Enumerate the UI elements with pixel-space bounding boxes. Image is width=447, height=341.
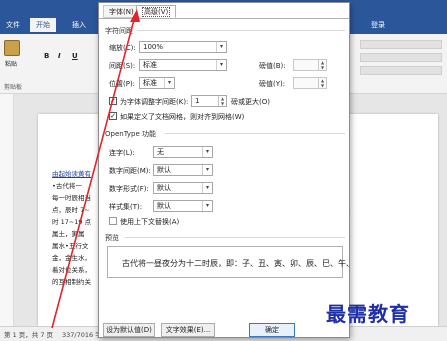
- chevron-down-icon: ▾: [216, 42, 226, 52]
- doc-line: 属水•五行文: [52, 242, 89, 250]
- watermark-logo: 最需教育: [326, 302, 410, 326]
- contextual-label: 使用上下文替换(A): [120, 218, 180, 226]
- underline-button[interactable]: U: [72, 52, 78, 60]
- doc-line: 着对位关系，: [52, 266, 91, 274]
- doc-line: 点，辰时 7~: [52, 206, 90, 214]
- doc-line: 属土，寅属: [52, 230, 85, 238]
- chevron-down-icon: ▾: [202, 201, 212, 211]
- doc-line: 的互相制约关: [52, 278, 91, 286]
- tab-home[interactable]: 开始: [30, 18, 56, 32]
- tab-advanced[interactable]: 高级(V): [136, 5, 177, 18]
- chevron-down-icon: ▾: [164, 78, 174, 88]
- doc-line: 每一时辰相当: [52, 194, 91, 202]
- login-link[interactable]: 登录: [371, 20, 385, 30]
- scale-select[interactable]: 100% ▾: [139, 41, 227, 53]
- section-divider: [125, 237, 345, 238]
- spacing-by-input[interactable]: ▲ ▼: [293, 59, 327, 71]
- section-divider: [137, 30, 345, 31]
- tab-font[interactable]: 字体(N): [103, 5, 140, 18]
- tab-file[interactable]: 文件: [6, 18, 20, 32]
- chevron-down-icon: ▾: [202, 147, 212, 157]
- paste-icon[interactable]: [4, 40, 20, 56]
- stylistic-label: 样式集(T):: [109, 203, 143, 211]
- spinner-icon: ▲ ▼: [318, 78, 326, 88]
- clipboard-group-label: 剪贴板: [4, 84, 23, 91]
- word-count[interactable]: 337/7016 字: [62, 329, 102, 339]
- spacing-by-label: 磅值(B):: [259, 62, 286, 70]
- preview-text: 古代将一昼夜分为十二时辰，即：子、丑、寅、卯、辰、巳、午、: [122, 259, 354, 268]
- chevron-down-icon: ▾: [202, 165, 212, 175]
- ligatures-select[interactable]: 无 ▾: [153, 146, 213, 158]
- font-dialog: 字体(N) 高级(V) 字符间距 缩放(C): 100% ▾ 间距(S): 标准 ▾…: [98, 2, 354, 338]
- page-count[interactable]: 第 1 页，共 7 页: [4, 329, 53, 339]
- kerning-label: 为字体调整字间距(K):: [120, 98, 189, 106]
- styles-group: [356, 36, 446, 92]
- spinner-icon: ▲ ▼: [218, 96, 226, 106]
- spacing-label: 间距(S):: [109, 62, 136, 70]
- vertical-ruler: [0, 94, 14, 326]
- preview-title: 预览: [105, 234, 119, 242]
- position-by-input[interactable]: ▲ ▼: [293, 77, 327, 89]
- grid-checkbox[interactable]: ✓: [109, 112, 117, 120]
- tab-divider: [99, 18, 349, 19]
- num-spacing-label: 数字间距(M):: [109, 167, 151, 175]
- stylistic-select[interactable]: 默认 ▾: [153, 200, 213, 212]
- chevron-down-icon: ▾: [202, 183, 212, 193]
- kerning-input[interactable]: 1 ▲ ▼: [191, 95, 227, 107]
- num-forms-label: 数字形式(F):: [109, 185, 149, 193]
- section-divider: [165, 133, 345, 134]
- doc-line: •古代将一: [52, 182, 82, 190]
- doc-line: 由起始读黄有: [52, 170, 91, 178]
- scale-label: 缩放(C):: [109, 44, 136, 52]
- position-label: 位置(P):: [109, 80, 136, 88]
- doc-line: 时 17~19 点: [52, 218, 92, 226]
- grid-label: 如果定义了文档网格，则对齐到网格(W): [120, 113, 245, 121]
- spinner-icon: ▲ ▼: [318, 60, 326, 70]
- chevron-down-icon: ▾: [216, 60, 226, 70]
- text-effects-button[interactable]: 文字效果(E)...: [161, 323, 215, 337]
- doc-line: 金，金生水，: [52, 254, 91, 262]
- num-forms-select[interactable]: 默认 ▾: [153, 182, 213, 194]
- kerning-suffix: 磅或更大(O): [231, 98, 270, 106]
- set-default-button[interactable]: 设为默认值(D): [103, 323, 155, 337]
- position-select[interactable]: 标准 ▾: [139, 77, 175, 89]
- ok-button[interactable]: 确定: [249, 323, 295, 337]
- contextual-checkbox[interactable]: [109, 217, 117, 225]
- position-by-label: 磅值(Y):: [259, 80, 286, 88]
- paste-label: 粘贴: [5, 61, 18, 68]
- num-spacing-select[interactable]: 默认 ▾: [153, 164, 213, 176]
- char-spacing-title: 字符间距: [105, 27, 133, 35]
- bold-button[interactable]: B: [44, 52, 49, 60]
- preview-box: 古代将一昼夜分为十二时辰，即：子、丑、寅、卯、辰、巳、午、: [107, 246, 354, 278]
- italic-button[interactable]: I: [58, 52, 61, 60]
- kerning-checkbox[interactable]: ✓: [109, 97, 117, 105]
- opentype-title: OpenType 功能: [105, 130, 156, 138]
- spacing-select[interactable]: 标准 ▾: [139, 59, 227, 71]
- tab-insert[interactable]: 插入: [72, 18, 86, 32]
- ligatures-label: 连字(L):: [109, 149, 135, 157]
